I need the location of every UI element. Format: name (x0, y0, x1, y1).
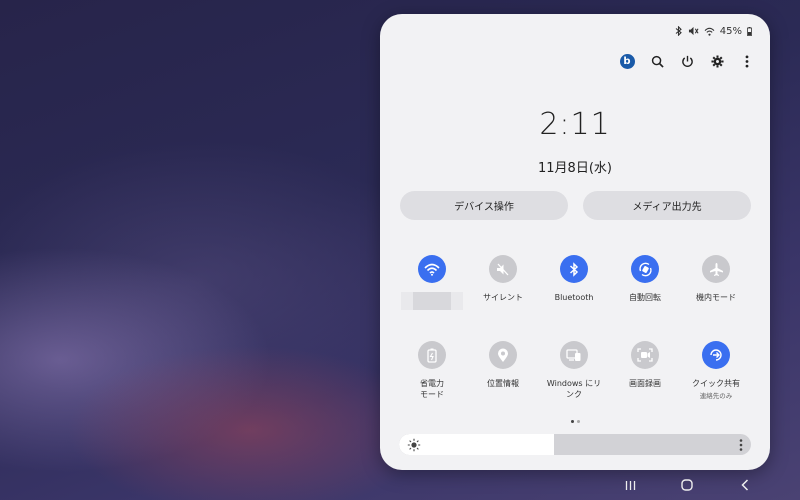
more-vertical-icon (745, 54, 749, 68)
device-control-button[interactable]: デバイス操作 (400, 191, 568, 220)
profile-button[interactable]: b (618, 52, 636, 70)
search-button[interactable] (648, 52, 666, 70)
tile-label: 自動回転 (629, 293, 661, 302)
mute-icon (489, 255, 517, 283)
tile-label: 省電力 モード (420, 379, 444, 399)
tile-sublabel: 連絡先のみ (699, 392, 733, 400)
more-vertical-icon[interactable] (739, 437, 743, 455)
media-output-button[interactable]: メディア出力先 (583, 191, 751, 220)
tile-power-saving[interactable]: 省電力 モード (396, 341, 468, 400)
clock-time: 2:11 (539, 107, 611, 142)
search-icon (651, 55, 664, 68)
tile-label: 機内モード (696, 293, 736, 302)
airplane-icon (702, 255, 730, 283)
wifi-icon (704, 27, 715, 36)
tile-label: Bluetooth (554, 293, 594, 302)
tile-label: サイレント (483, 293, 523, 302)
tile-link-to-windows[interactable]: Windows にリ ンク (538, 341, 610, 400)
tile-quick-share[interactable]: クイック共有 連絡先のみ (680, 341, 752, 400)
battery-level: 45% (719, 25, 742, 37)
settings-button[interactable] (708, 52, 726, 70)
power-button[interactable] (678, 52, 696, 70)
page-dot-1[interactable] (570, 420, 574, 423)
bluetooth-icon (560, 255, 588, 283)
quick-panel: 45% b 2:11 11月8日(水) デバイス操作 メディア出力先 サイレント… (380, 14, 770, 470)
quick-share-icon (702, 341, 730, 369)
page-dot-2[interactable] (576, 420, 580, 423)
location-icon (489, 341, 517, 369)
tile-location[interactable]: 位置情報 (467, 341, 539, 389)
tile-label: Windows にリ ンク (546, 379, 602, 399)
wifi-network-name-redacted (401, 292, 463, 310)
power-saving-icon (418, 341, 446, 369)
battery-icon (747, 26, 752, 36)
recents-icon (625, 480, 635, 490)
back-button[interactable] (735, 476, 755, 494)
tile-auto-rotate[interactable]: 自動回転 (609, 255, 681, 303)
tile-wifi[interactable] (396, 255, 468, 319)
mute-icon (688, 26, 699, 36)
more-options-button[interactable] (738, 52, 756, 70)
recents-button[interactable] (620, 476, 640, 494)
link-to-windows-icon (560, 341, 588, 369)
auto-rotate-icon (631, 255, 659, 283)
brightness-fill (399, 434, 554, 455)
screen-recorder-icon (631, 341, 659, 369)
status-bar: 45% (674, 24, 752, 38)
bluetooth-icon (674, 26, 683, 36)
tile-label: クイック共有 (692, 379, 740, 388)
navigation-bar (610, 476, 760, 494)
avatar: b (619, 53, 635, 69)
wifi-icon (418, 255, 446, 283)
back-icon (741, 479, 749, 491)
gear-icon (710, 54, 724, 68)
tile-label: 画面録画 (629, 379, 661, 388)
tile-airplane-mode[interactable]: 機内モード (680, 255, 752, 303)
power-icon (681, 55, 693, 67)
page-indicator[interactable] (380, 420, 770, 423)
home-button[interactable] (677, 476, 697, 494)
tile-silent[interactable]: サイレント (467, 255, 539, 303)
panel-toolbar: b (618, 52, 756, 70)
sun-icon (407, 437, 421, 455)
tile-label: 位置情報 (487, 379, 519, 388)
tile-bluetooth[interactable]: Bluetooth (538, 255, 610, 303)
tile-screen-recorder[interactable]: 画面録画 (609, 341, 681, 389)
home-icon (681, 479, 693, 491)
brightness-slider[interactable] (399, 434, 751, 455)
clock-date: 11月8日(水) (538, 161, 612, 176)
